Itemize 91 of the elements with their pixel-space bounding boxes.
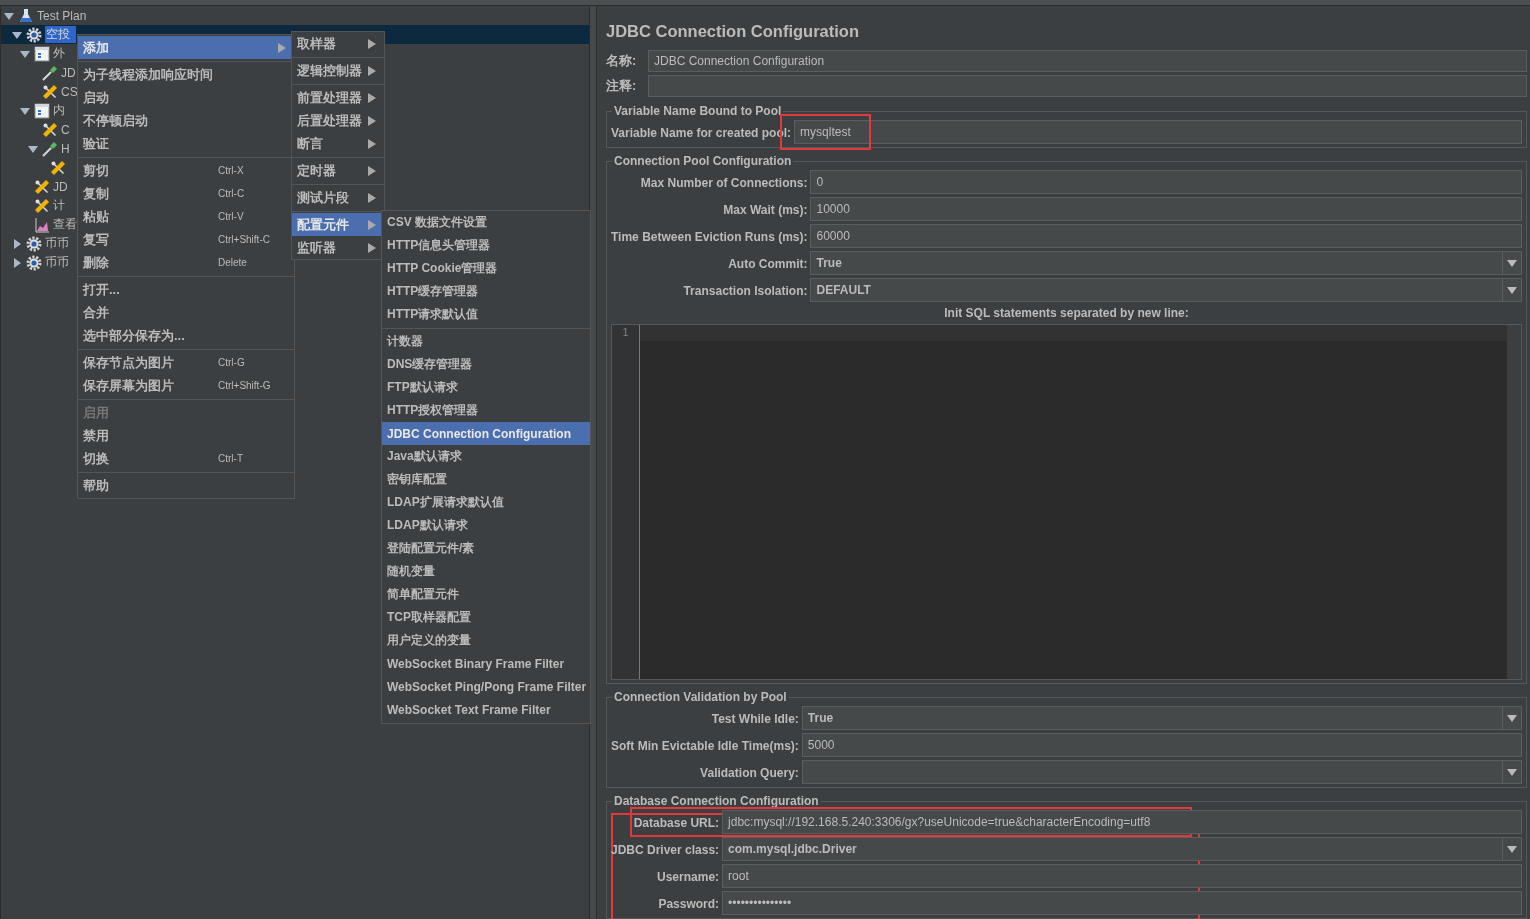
group-title: Connection Pool Configuration (613, 154, 793, 168)
group-title: Connection Validation by Pool (613, 690, 788, 704)
field-label: Validation Query: (700, 766, 799, 780)
menu-label: 验证 (83, 134, 110, 153)
menu-label: 用户定义的变量 (387, 632, 471, 649)
field-label: Time Between Eviction Runs (ms): (611, 230, 808, 244)
menu-label: 取样器 (297, 34, 336, 53)
menu-label: 打开... (83, 280, 121, 299)
menu-label: 剪切 (83, 161, 110, 180)
menu-label: TCP取样器配置 (387, 609, 471, 626)
menu-label: WebSocket Ping/Pong Frame Filter (387, 679, 587, 694)
field-label: Max Number of Connections: (640, 176, 808, 190)
group-title: Variable Name Bound to Pool (613, 104, 783, 118)
field-label: Username: (657, 870, 720, 884)
menu-label: 监听器 (297, 238, 336, 257)
menu-label: LDAP默认请求 (387, 517, 468, 534)
menu-label: 启用 (83, 403, 110, 422)
menu-label: DNS缓存管理器 (387, 356, 473, 373)
tree-label: 币币 (45, 254, 69, 271)
menu-label: 添加 (83, 38, 110, 57)
shortcut-label: Ctrl-C (218, 188, 245, 199)
menu-label: 帮助 (83, 476, 110, 495)
menu-label: 切换 (83, 449, 110, 468)
menu-label: 为子线程添加响应时间 (83, 65, 214, 84)
field-label: Database URL: (633, 816, 720, 830)
field-label: Auto Commit: (728, 257, 808, 271)
menu-label: LDAP扩展请求默认值 (387, 494, 504, 511)
menu-label: 计数器 (387, 333, 423, 350)
field-label: 注释: (606, 76, 638, 95)
menu-label: JDBC Connection Configuration (387, 426, 571, 441)
tree-label: 查看 (53, 216, 77, 233)
menu-label: 前置处理器 (297, 88, 362, 107)
tree-label: C (61, 122, 70, 137)
menu-label: 密钥库配置 (387, 471, 447, 488)
menu-label: 随机变量 (387, 563, 435, 580)
menu-label: 粘贴 (83, 207, 110, 226)
shortcut-label: Ctrl-G (218, 357, 245, 368)
shortcut-label: Ctrl+Shift-C (218, 234, 270, 245)
editor-label: Init SQL statements separated by new line: (943, 305, 1190, 321)
tree-label: H (61, 141, 70, 156)
group-title: Database Connection Configuration (613, 794, 820, 808)
tree-label: 外 (53, 45, 65, 62)
menu-label: 简单配置元件 (387, 586, 459, 603)
shortcut-label: Ctrl-T (218, 453, 243, 464)
menu-label: 后置处理器 (297, 111, 362, 130)
menu-label: 配置元件 (297, 215, 349, 234)
menu-label: 合并 (83, 303, 110, 322)
tree-label: 币币 (45, 235, 69, 252)
field-label: Max Wait (ms): (723, 203, 808, 217)
menu-label: 启动 (83, 88, 110, 107)
tree-label: 内 (53, 102, 65, 119)
menu-label: 禁用 (83, 426, 110, 445)
tree-label: Test Plan (37, 8, 87, 23)
shortcut-label: Ctrl-V (218, 211, 244, 222)
menu-label: CSV 数据文件设置 (387, 214, 487, 231)
field-label: Test While Idle: (711, 712, 799, 726)
tree-label: CS (61, 84, 78, 99)
line-number: 1 (622, 327, 629, 338)
menu-label: 保存节点为图片 (83, 353, 175, 372)
menu-label: 登陆配置元件/素 (387, 540, 475, 557)
tree-label: 计 (53, 197, 65, 214)
menu-label: 复制 (83, 184, 110, 203)
menu-label: WebSocket Binary Frame Filter (387, 656, 565, 671)
menu-label: 定时器 (297, 161, 336, 180)
menu-label: HTTP信息头管理器 (387, 237, 491, 254)
shortcut-label: Ctrl-X (218, 165, 244, 176)
menu-label: HTTP Cookie管理器 (387, 260, 498, 277)
menu-label: 删除 (83, 253, 110, 272)
menu-label: HTTP缓存管理器 (387, 283, 479, 300)
menu-label: 复写 (83, 230, 110, 249)
field-label: Password: (658, 897, 720, 911)
menu-label: FTP默认请求 (387, 379, 458, 396)
menu-label: Java默认请求 (387, 448, 462, 465)
menu-label: 不停顿启动 (83, 111, 149, 130)
tree-label: JD (61, 65, 76, 80)
menu-label: HTTP请求默认值 (387, 306, 479, 323)
menu-label: 测试片段 (297, 188, 349, 207)
menu-label: 逻辑控制器 (297, 61, 362, 80)
field-label: Soft Min Evictable Idle Time(ms): (611, 739, 799, 753)
menu-label: 断言 (297, 134, 323, 153)
menu-label: 保存屏幕为图片 (83, 376, 175, 395)
menu-label: WebSocket Text Frame Filter (387, 702, 551, 717)
menu-label: HTTP授权管理器 (387, 402, 479, 419)
tree-label: 空投 (45, 26, 76, 43)
tree-label: JD (53, 179, 68, 194)
shortcut-label: Ctrl+Shift-G (218, 380, 271, 391)
shortcut-label: Delete (218, 257, 247, 268)
field-label: 名称: (606, 52, 638, 71)
menu-label: 选中部分保存为... (83, 326, 186, 345)
panel-title: JDBC Connection Configuration (606, 21, 860, 42)
field-label: Transaction Isolation: (683, 284, 808, 298)
